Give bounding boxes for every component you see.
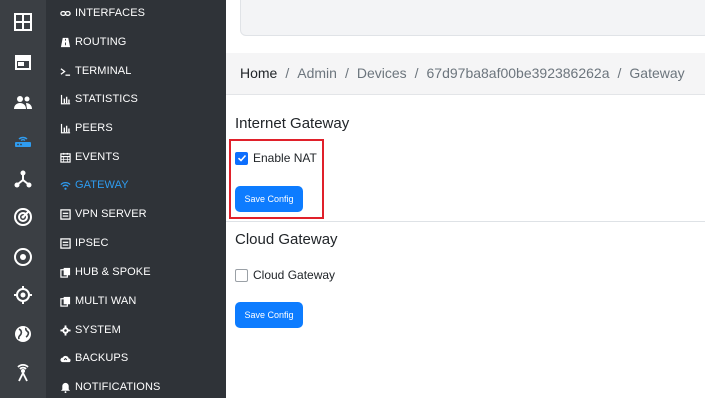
- nav-item-routing[interactable]: ROUTING: [46, 28, 226, 56]
- nav-item-label: VPN SERVER: [75, 208, 147, 220]
- nav-item-vpn-server[interactable]: VPN SERVER: [46, 200, 226, 228]
- users-icon: [14, 96, 32, 109]
- cloud-gateway-save-button[interactable]: Save Config: [235, 302, 303, 328]
- breadcrumb-separator: /: [414, 65, 419, 81]
- nav-item-label: GATEWAY: [75, 179, 129, 191]
- breadcrumb-separator: /: [617, 65, 622, 81]
- nav-item-events[interactable]: EVENTS: [46, 143, 226, 171]
- nav-item-label: HUB & SPOKE: [75, 266, 151, 278]
- rail-topology[interactable]: [0, 160, 46, 198]
- cloud-gateway-checkbox[interactable]: [235, 268, 248, 282]
- calendar-icon: [59, 151, 71, 163]
- nav-item-ipsec[interactable]: IPSEC: [46, 229, 226, 257]
- cloud-upload-icon: [59, 352, 71, 364]
- device-nav: INTERFACES ROUTING TERMINAL STATISTICS P…: [46, 0, 226, 398]
- bar-chart-icon: [59, 93, 71, 105]
- cloud-gateway-title: Cloud Gateway: [235, 231, 338, 248]
- nav-item-terminal[interactable]: TERMINAL: [46, 57, 226, 85]
- breadcrumb-separator: /: [285, 65, 290, 81]
- link-icon: [59, 7, 71, 19]
- cloud-gateway-label: Cloud Gateway: [253, 268, 336, 282]
- nav-item-label: SYSTEM: [75, 324, 121, 336]
- copy-icon: [59, 266, 71, 278]
- header-panel: [240, 0, 705, 36]
- bell-icon: [59, 381, 71, 393]
- nav-item-label: BACKUPS: [75, 352, 129, 364]
- globe-icon: [15, 326, 31, 342]
- copy-icon: [59, 295, 71, 307]
- breadcrumb-device-id[interactable]: 67d97ba8af00be392386262a: [427, 65, 610, 81]
- router-icon: [15, 136, 31, 147]
- rail-globe[interactable]: [0, 315, 46, 353]
- target-circle-icon: [14, 248, 32, 266]
- wifi-icon: [59, 179, 71, 191]
- nav-item-multi-wan[interactable]: MULTI WAN: [46, 287, 226, 315]
- nav-item-interfaces[interactable]: INTERFACES: [46, 0, 226, 27]
- server-icon: [59, 237, 71, 249]
- nav-item-peers[interactable]: PEERS: [46, 114, 226, 142]
- rail-target[interactable]: [0, 238, 46, 276]
- breadcrumb-devices[interactable]: Devices: [357, 65, 407, 81]
- nav-item-gateway[interactable]: GATEWAY: [46, 171, 226, 199]
- highlight-box: [229, 139, 324, 219]
- network-topology-icon: [14, 170, 32, 188]
- main-content: Home / Admin / Devices / 67d97ba8af00be3923862…: [226, 0, 705, 398]
- internet-gateway-title: Internet Gateway: [235, 115, 350, 132]
- nav-item-label: TERMINAL: [75, 65, 132, 77]
- section-divider: [226, 221, 705, 222]
- crosshair-icon: [14, 286, 32, 304]
- nav-item-label: STATISTICS: [75, 93, 138, 105]
- nav-item-hub-spoke[interactable]: HUB & SPOKE: [46, 258, 226, 286]
- broadcast-icon: [17, 364, 29, 382]
- nav-item-statistics[interactable]: STATISTICS: [46, 85, 226, 113]
- rail-broadcast[interactable]: [0, 353, 46, 391]
- nav-item-backups[interactable]: BACKUPS: [46, 344, 226, 372]
- store-icon: [15, 55, 31, 70]
- breadcrumb-bar: Home / Admin / Devices / 67d97ba8af00be3923862…: [226, 53, 705, 95]
- cloud-gateway-row[interactable]: Cloud Gateway: [235, 268, 335, 282]
- breadcrumb-admin[interactable]: Admin: [297, 65, 337, 81]
- gear-icon: [59, 324, 71, 336]
- breadcrumb-home[interactable]: Home: [240, 65, 277, 81]
- nav-item-system[interactable]: SYSTEM: [46, 316, 226, 344]
- breadcrumb-gateway: Gateway: [629, 65, 685, 81]
- nav-item-notifications[interactable]: NOTIFICATIONS: [46, 373, 226, 398]
- rail-crosshair[interactable]: [0, 276, 46, 314]
- nav-item-label: PEERS: [75, 122, 113, 134]
- nav-item-label: NOTIFICATIONS: [75, 381, 161, 393]
- rail-store[interactable]: [0, 43, 46, 81]
- icon-rail: [0, 0, 46, 398]
- nav-item-label: EVENTS: [75, 151, 120, 163]
- rail-users[interactable]: [0, 83, 46, 121]
- breadcrumb: Home / Admin / Devices / 67d97ba8af00be3923862…: [240, 65, 685, 81]
- rail-router[interactable]: [0, 122, 46, 160]
- nav-item-label: IPSEC: [75, 237, 109, 249]
- rail-radar[interactable]: [0, 198, 46, 236]
- bar-chart-icon: [59, 122, 71, 134]
- nav-item-label: ROUTING: [75, 36, 127, 48]
- nav-item-label: MULTI WAN: [75, 295, 137, 307]
- rail-dashboard[interactable]: [0, 3, 46, 41]
- dashboard-grid-icon: [14, 13, 32, 31]
- nav-item-label: INTERFACES: [75, 7, 146, 19]
- server-icon: [59, 208, 71, 220]
- road-icon: [59, 36, 71, 48]
- breadcrumb-separator: /: [344, 65, 349, 81]
- terminal-icon: [59, 65, 71, 77]
- radar-icon: [14, 208, 32, 226]
